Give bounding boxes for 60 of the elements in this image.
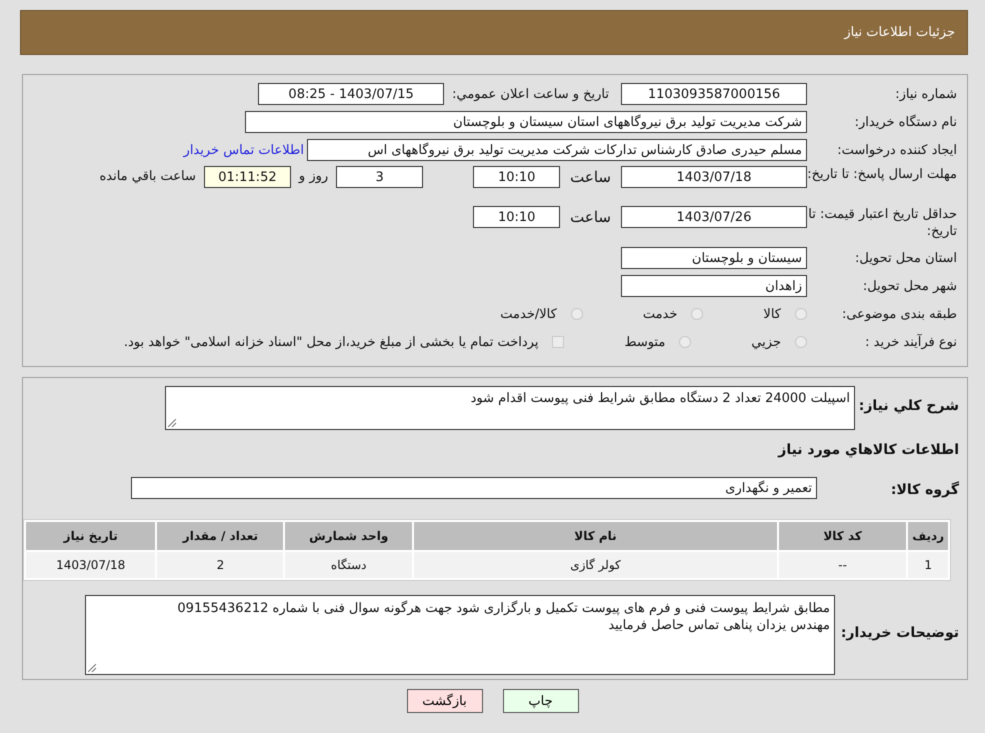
field-label: حداقل تاریخ اعتبار قیمت: تا تاریخ:: [807, 206, 958, 240]
goods-group-field: تعمیر و نگهداری: [131, 477, 817, 499]
resize-grip-icon[interactable]: [88, 664, 96, 672]
field-label: ساعت: [570, 167, 611, 188]
days-field: 3: [336, 166, 424, 188]
buyer-field: شرکت مدیریت تولید برق نیروگاههای استان سیستان و بلوچستان: [245, 111, 807, 133]
field-label: تاریخ و ساعت اعلان عمومي:: [452, 86, 609, 102]
column-header: کد کالا: [778, 522, 906, 550]
field-label: استان محل تحویل:: [854, 250, 958, 266]
resize-grip-icon[interactable]: [168, 419, 176, 427]
table-cell: 2: [157, 552, 284, 578]
field-label: توضیحات خریدار:: [840, 624, 960, 641]
remaining-time-field: 01:11:52: [204, 166, 291, 188]
column-header: ردیف: [908, 522, 948, 550]
summary-text: اسپیلت 24000 تعداد 2 دستگاه مطابق شرایط فنی پیوست اقدام شود: [470, 391, 850, 406]
buyer-contact-link[interactable]: اطلاعات تماس خریدار: [184, 142, 304, 158]
time-field: 10:10: [473, 206, 560, 228]
radio-option[interactable]: کالا/خدمت: [500, 306, 583, 322]
field-label: شهر محل تحویل:: [862, 278, 958, 294]
column-header: واحد شمارش: [285, 522, 412, 550]
radio-option[interactable]: جزيي: [751, 334, 807, 350]
field-label: نوع فرآیند خرید :: [864, 334, 958, 350]
summary-textarea[interactable]: اسپیلت 24000 تعداد 2 دستگاه مطابق شرایط فنی پیوست اقدام شود: [165, 386, 855, 430]
time-field: 10:10: [473, 166, 560, 188]
column-header: نام کالا: [414, 522, 777, 550]
city-field: زاهدان: [621, 275, 807, 297]
field-label: ساعت: [570, 207, 611, 228]
field-label: شرح کلي نیاز:: [858, 397, 960, 414]
field-label: طبقه بندی موضوعی:: [840, 306, 958, 322]
field-label: مهلت ارسال پاسخ: تا تاریخ:: [807, 166, 958, 183]
treasury-checkbox[interactable]: پرداخت تمام یا بخشی از مبلغ خرید،از محل "اسناد خزانه اسلامی" خواهد بود.: [124, 334, 564, 350]
buyer-notes-textarea[interactable]: مطابق شرایط پیوست فنی و فرم های پیوست تکمیل و بارگزاری شود جهت هرگونه سوال فنی با شماره 09155436212 مهندس یزدان پناهی تماس حاصل فرمایید: [85, 595, 835, 675]
field-label: گروه کالا:: [890, 480, 960, 498]
back-button[interactable]: بازگشت: [406, 689, 482, 713]
field-label: نام دستگاه خریدار:: [854, 114, 958, 130]
table-cell: 1403/07/18: [26, 552, 156, 578]
date-field: 1403/07/26: [621, 206, 807, 228]
table-cell: دستگاه: [285, 552, 412, 578]
table-cell: کولر گازی: [414, 552, 777, 578]
radio-option[interactable]: کالا: [763, 306, 807, 322]
radio-option[interactable]: خدمت: [642, 306, 704, 322]
field-label: ایجاد کننده درخواست:: [836, 142, 958, 158]
section-title: اطلاعات کالاهاي مورد نیاز: [776, 441, 960, 460]
table-cell: 1: [908, 552, 948, 578]
notes-text: مهندس یزدان پناهی تماس حاصل فرمایید: [607, 617, 830, 634]
date-field: 1403/07/18: [621, 166, 807, 188]
announce-date-field: 1403/07/15 - 08:25: [258, 83, 444, 105]
creator-field: مسلم حیدری صادق کارشناس تدارکات شرکت مدیریت تولید برق نیروگاههای اس: [307, 139, 807, 161]
page-title: جزئیات اطلاعات نیاز: [844, 25, 955, 40]
field-label: روز و: [298, 168, 328, 186]
field-label: ساعت باقي مانده: [99, 168, 196, 186]
print-button[interactable]: چاپ: [502, 689, 578, 713]
field-label: شماره نیاز:: [894, 86, 958, 102]
notes-text: مطابق شرایط پیوست فنی و فرم های پیوست تکمیل و بارگزاری شود جهت هرگونه سوال فنی با شماره 09155436212: [176, 600, 830, 617]
radio-option[interactable]: متوسط: [624, 334, 692, 350]
column-header: تعداد / مقدار: [157, 522, 284, 550]
table-cell: --: [778, 552, 906, 578]
need-number-field: 1103093587000156: [621, 83, 807, 105]
province-field: سیستان و بلوچستان: [621, 247, 807, 269]
column-header: تاریخ نیاز: [26, 522, 156, 550]
